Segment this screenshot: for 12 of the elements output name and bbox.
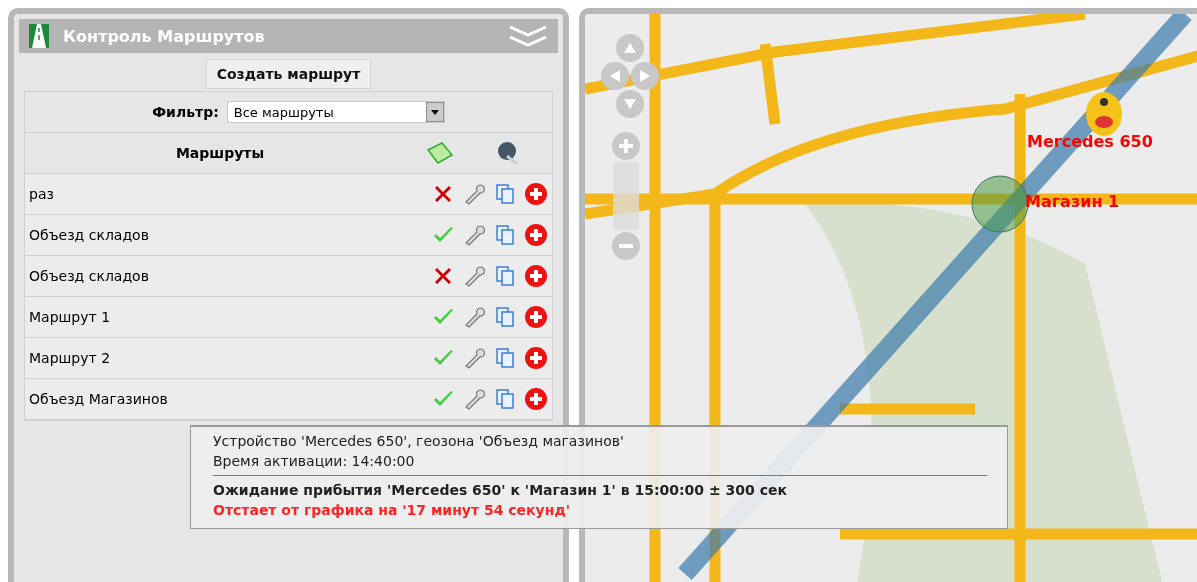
tooltip-text: Время активации: 14:40:00: [213, 453, 416, 469]
column-header: Маршруты: [174, 145, 266, 161]
route-name: Маршрут 2: [29, 350, 112, 366]
vehicle-label: Mercedes 650: [1027, 132, 1153, 151]
panel-title: Контроль Маршрутов: [63, 26, 266, 46]
route-name: Объезд складов: [29, 268, 150, 284]
route-name: Маршрут 1: [29, 309, 112, 325]
filter-label: Фильтр:: [152, 104, 219, 120]
route-name: раз: [29, 186, 55, 202]
route-name: Объезд Магазинов: [29, 391, 169, 407]
tooltip-text: Отстает от графика на '17 минут 54 секунд': [213, 502, 571, 518]
route-name: Объезд складов: [29, 227, 150, 243]
